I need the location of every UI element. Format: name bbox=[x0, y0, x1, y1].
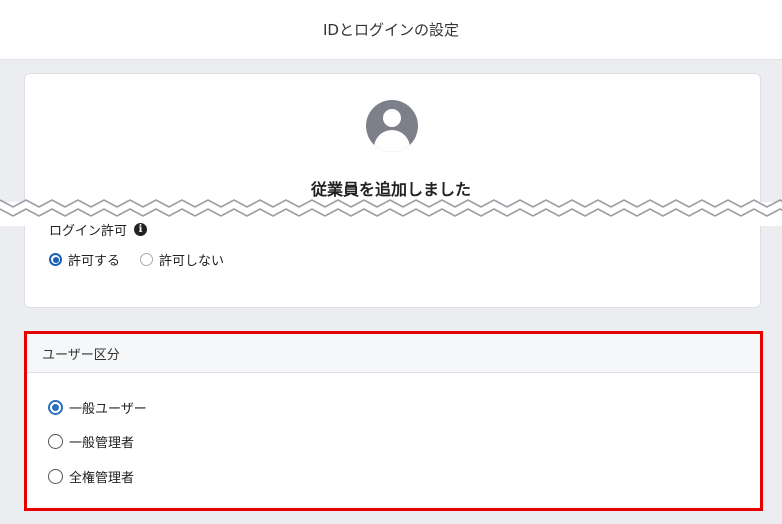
login-allow-option[interactable]: 許可する bbox=[49, 250, 120, 269]
info-icon[interactable]: i bbox=[134, 223, 148, 236]
login-permission-label: ログイン許可 bbox=[49, 224, 128, 239]
login-deny-radio[interactable] bbox=[140, 253, 153, 266]
login-deny-label: 許可しない bbox=[159, 254, 225, 269]
avatar-body-shape bbox=[374, 130, 410, 152]
highlight-box bbox=[24, 331, 763, 511]
page-title: IDとログインの設定 bbox=[323, 21, 459, 39]
login-permission-label-row: ログイン許可 i bbox=[49, 220, 148, 239]
login-allow-label: 許可する bbox=[68, 254, 121, 269]
login-allow-radio[interactable] bbox=[49, 253, 62, 266]
page-header: IDとログインの設定 bbox=[0, 0, 782, 60]
user-avatar-icon bbox=[366, 100, 418, 152]
login-deny-option[interactable]: 許可しない bbox=[140, 250, 224, 269]
avatar-head-shape bbox=[383, 109, 401, 127]
